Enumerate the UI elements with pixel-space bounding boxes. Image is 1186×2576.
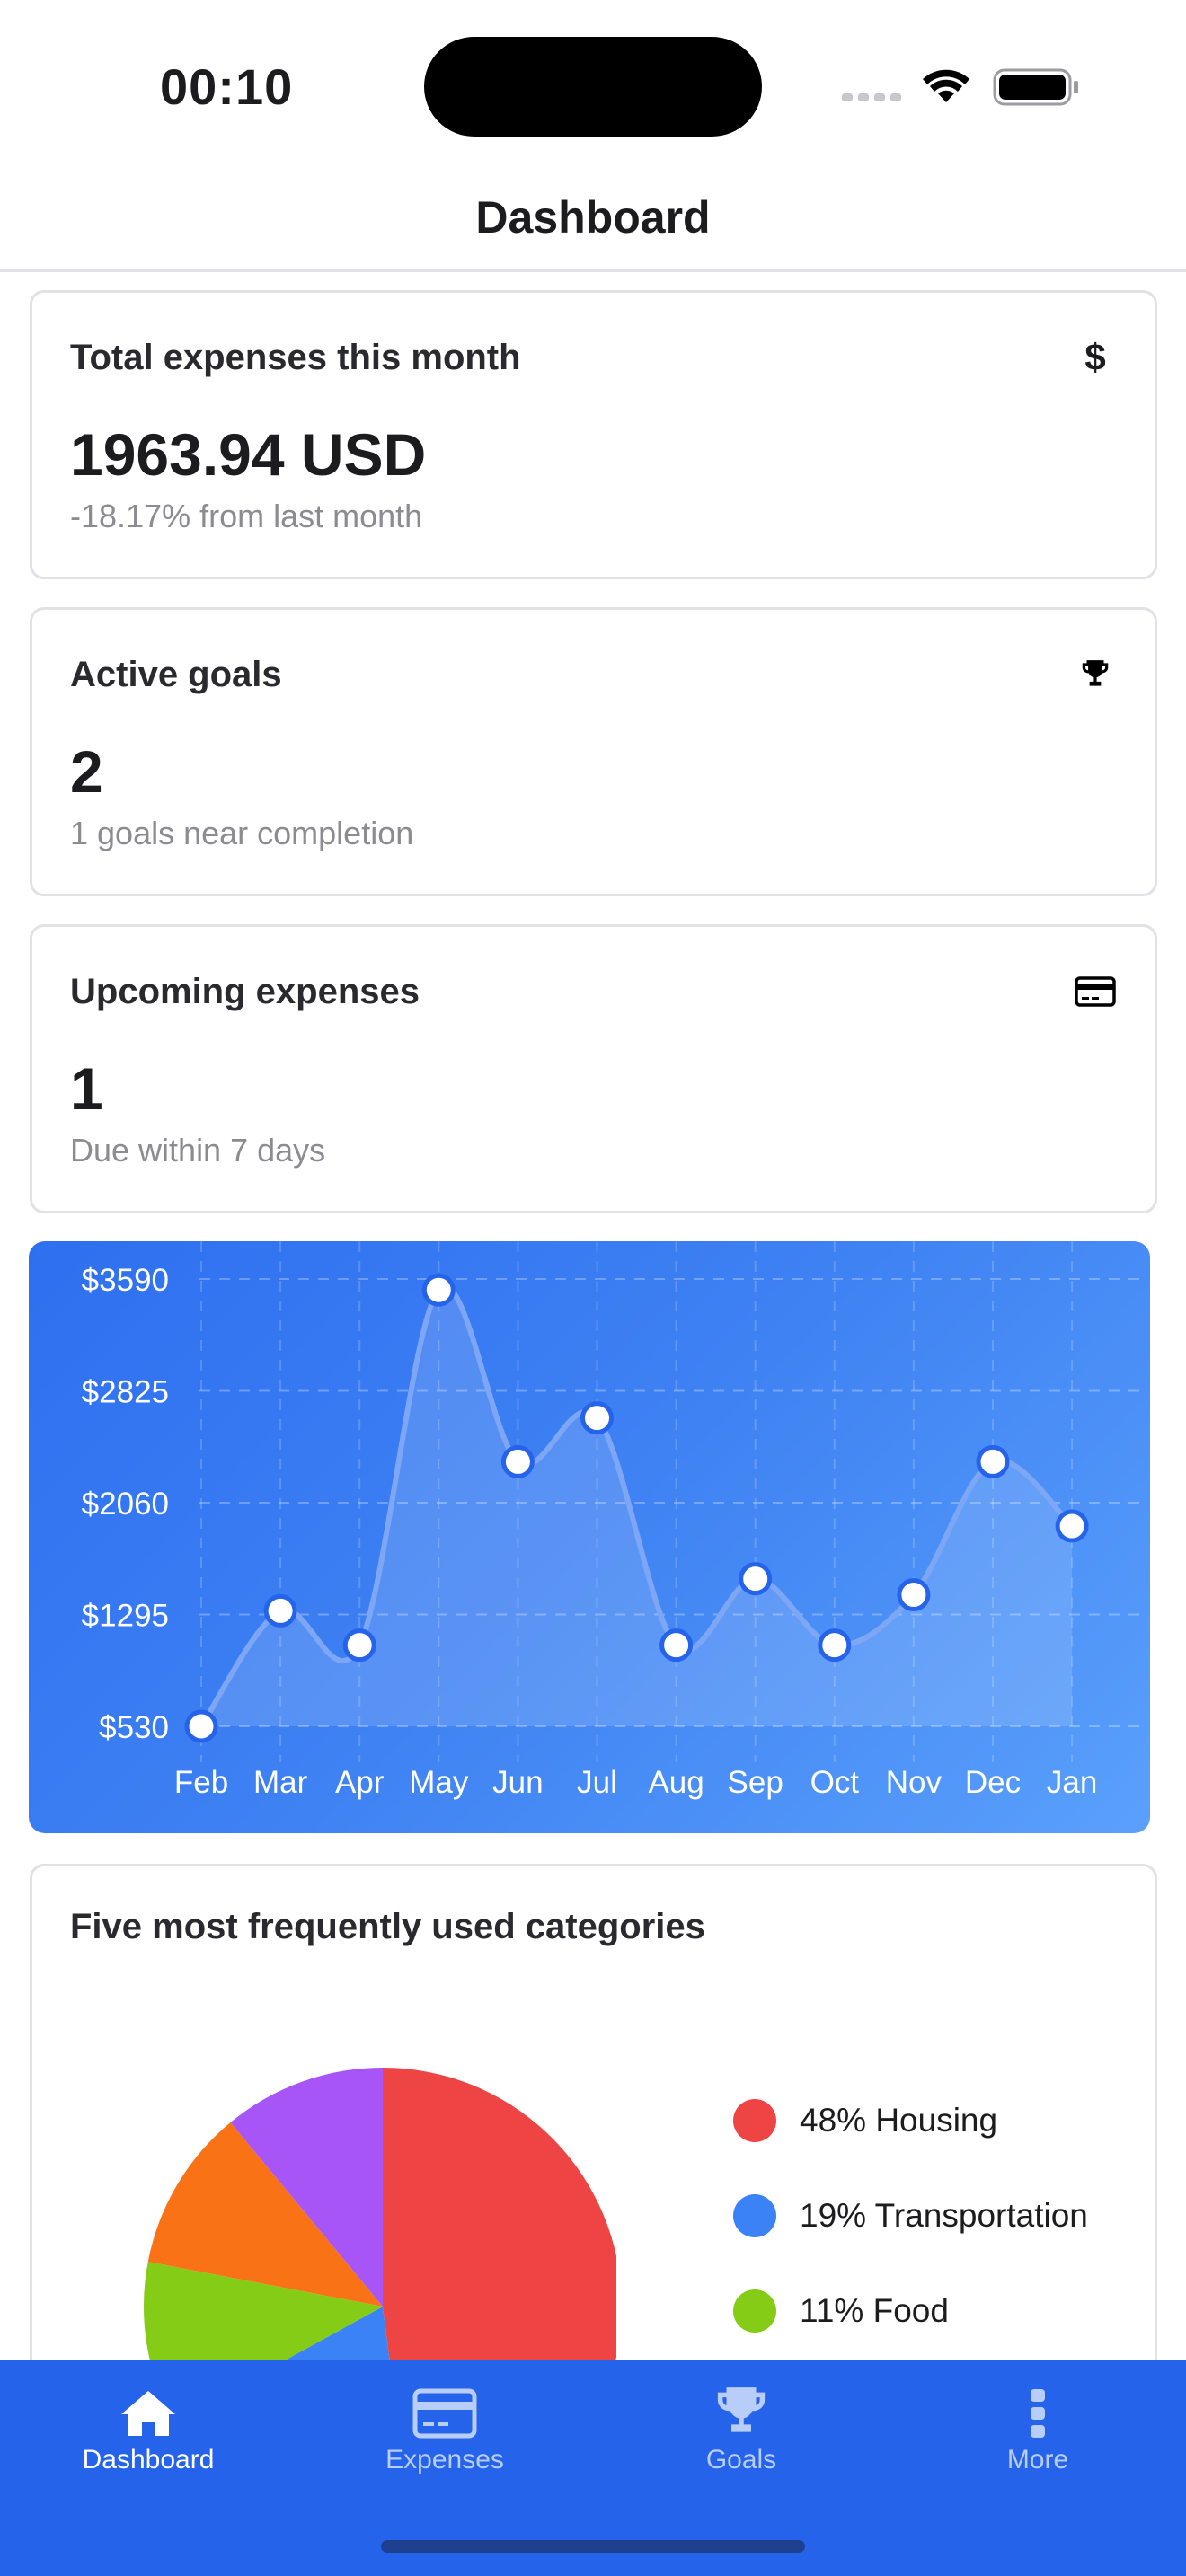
page-title: Dashboard (475, 192, 711, 243)
data-point-apr (342, 1628, 376, 1663)
legend-label: 11% Food (800, 2292, 949, 2329)
card-subtitle: -18.17% from last month (70, 498, 423, 534)
x-tick-label: Feb (174, 1765, 228, 1800)
card-value: 1 (70, 1055, 103, 1122)
data-point-dec (976, 1444, 1010, 1478)
y-tick-label: $2060 (82, 1486, 169, 1522)
x-tick-label: Nov (886, 1765, 943, 1800)
legend-label: 48% Housing (800, 2102, 998, 2139)
card-title: Upcoming expenses (70, 972, 420, 1011)
x-tick-label: Sep (728, 1765, 783, 1800)
data-point-jan (1055, 1509, 1089, 1543)
card-value: 1963.94 USD (70, 421, 427, 488)
x-tick-label: Aug (648, 1765, 704, 1800)
data-point-oct (818, 1628, 852, 1663)
trophy-icon (1074, 653, 1117, 696)
legend-dot (733, 2194, 776, 2237)
tab-expenses[interactable]: Expenses (296, 2360, 593, 2495)
data-point-sep (739, 1562, 773, 1596)
x-tick-label: Jun (492, 1765, 543, 1800)
wifi-icon (923, 69, 969, 102)
battery-icon (993, 68, 1078, 106)
x-tick-label: Jan (1047, 1765, 1097, 1800)
tab-more[interactable]: More (890, 2360, 1186, 2495)
home-indicator (381, 2540, 805, 2553)
y-tick-label: $530 (99, 1710, 169, 1745)
card-subtitle: 1 goals near completion (70, 815, 414, 851)
y-tick-label: $1295 (82, 1599, 169, 1634)
legend-dot (733, 2289, 776, 2333)
x-tick-label: Jul (577, 1765, 617, 1800)
tab-goals[interactable]: Goals (593, 2360, 890, 2495)
legend-dot (733, 2099, 776, 2142)
data-point-aug (659, 1628, 694, 1663)
legend-label: 19% Transportation (800, 2197, 1088, 2234)
upcoming-expenses-card[interactable]: Upcoming expenses 1 Due within 7 days (30, 924, 1157, 1213)
data-point-jun (500, 1444, 535, 1478)
more-vertical-icon (1031, 2389, 1045, 2438)
x-tick-label: Apr (335, 1765, 385, 1800)
legend-item: 19% Transportation (733, 2168, 1088, 2263)
card-value: 2 (70, 738, 103, 805)
chart-area (201, 1286, 1073, 1726)
data-point-mar (263, 1593, 297, 1628)
x-tick-label: Mar (253, 1765, 308, 1800)
data-point-nov (897, 1578, 931, 1612)
tab-label: More (1006, 2445, 1069, 2475)
tab-label: Expenses (385, 2445, 504, 2475)
card-title: Total expenses this month (70, 338, 521, 377)
dollar-icon: $ (1084, 336, 1106, 378)
tab-label: Dashboard (82, 2445, 215, 2475)
credit-card-icon (412, 2388, 477, 2439)
y-tick-label: $3590 (82, 1263, 169, 1298)
tab-dashboard[interactable]: Dashboard (0, 2360, 296, 2495)
home-icon (121, 2391, 175, 2436)
total-expenses-card[interactable]: Total expenses this month $ 1963.94 USD … (30, 290, 1157, 579)
x-tick-label: Oct (810, 1765, 860, 1800)
x-tick-label: Dec (965, 1765, 1021, 1800)
card-subtitle: Due within 7 days (70, 1132, 326, 1169)
data-point-jul (580, 1401, 614, 1435)
tab-label: Goals (705, 2445, 777, 2475)
y-tick-label: $2825 (82, 1375, 169, 1410)
card-title: Active goals (70, 655, 282, 694)
header-divider (0, 269, 1186, 272)
legend-item: 48% Housing (733, 2073, 1088, 2168)
data-point-may (421, 1273, 456, 1307)
card-title: Five most frequently used categories (70, 1907, 705, 1946)
trophy-icon (717, 2387, 766, 2432)
active-goals-card[interactable]: Active goals 2 1 goals near completion (30, 607, 1157, 896)
data-point-feb (184, 1709, 218, 1743)
status-time: 00:10 (160, 58, 294, 115)
status-icons (842, 68, 1078, 106)
dynamic-island (424, 37, 762, 137)
credit-card-icon (1074, 970, 1117, 1013)
cellular-signal-icon (842, 93, 901, 101)
monthly-expenses-chart: $3590 $2825 $2060 $1295 $530 Feb Mar Apr May Jun J… (29, 1241, 1150, 1833)
legend-item: 11% Food (733, 2263, 1088, 2359)
categories-legend: 48% Housing 19% Transportation 11% Food (733, 2073, 1088, 2359)
x-tick-label: May (409, 1765, 469, 1800)
